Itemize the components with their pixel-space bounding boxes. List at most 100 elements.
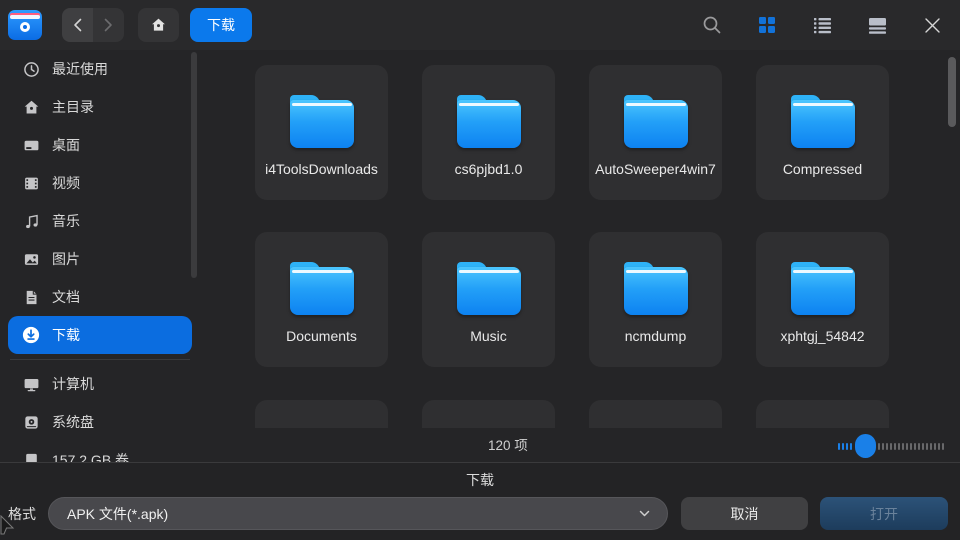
file-format-value: APK 文件(*.apk)	[67, 504, 168, 524]
folder-tile[interactable]: Compressed	[756, 65, 889, 200]
folder-grid: i4ToolsDownloads cs6pjbd1.0 AutoSweeper4…	[200, 50, 960, 428]
sidebar-item-desktop[interactable]: 桌面	[8, 126, 192, 164]
file-manager-app-icon	[8, 10, 42, 40]
folder-tile-partial[interactable]	[589, 400, 722, 428]
folder-name: xphtgj_54842	[774, 327, 870, 346]
icon-size-slider[interactable]	[838, 434, 946, 458]
sidebar-item-label: 音乐	[52, 211, 80, 231]
app-icon-stripe	[10, 15, 40, 19]
home-button[interactable]	[138, 8, 179, 42]
file-view: i4ToolsDownloads cs6pjbd1.0 AutoSweeper4…	[200, 50, 960, 462]
nav-button-group	[62, 8, 124, 42]
folder-tile[interactable]: Music	[422, 232, 555, 367]
dialog-body: 最近使用 主目录 桌面 视频 音乐 图片	[0, 50, 960, 462]
titlebar-actions	[696, 9, 948, 41]
sidebar-item-downloads[interactable]: 下载	[8, 316, 192, 354]
footer-controls: 格式 APK 文件(*.apk) 取消 打开	[0, 497, 960, 530]
sidebar-item-pictures[interactable]: 图片	[8, 240, 192, 278]
back-button[interactable]	[62, 8, 93, 42]
file-view-scrollbar-thumb[interactable]	[948, 57, 956, 127]
folder-icon	[290, 95, 354, 148]
folder-tile[interactable]: cs6pjbd1.0	[422, 65, 555, 200]
search-icon	[702, 15, 722, 35]
folder-tile[interactable]: ncmdump	[589, 232, 722, 367]
sidebar-item-recent[interactable]: 最近使用	[8, 50, 192, 88]
sidebar-item-home[interactable]: 主目录	[8, 88, 192, 126]
sidebar-item-computer[interactable]: 计算机	[8, 365, 192, 403]
detail-view-icon	[868, 17, 887, 34]
folder-name: Compressed	[777, 160, 868, 179]
grid-view-icon	[758, 16, 776, 34]
list-view-button[interactable]	[806, 9, 838, 41]
sidebar-scrollbar-thumb[interactable]	[191, 52, 197, 278]
title-bar: 下载	[0, 0, 960, 50]
music-icon	[22, 212, 40, 230]
mouse-cursor	[0, 515, 16, 540]
breadcrumb-current-folder[interactable]: 下载	[190, 8, 252, 42]
sidebar-item-label: 下载	[52, 325, 80, 345]
folder-name: cs6pjbd1.0	[449, 160, 529, 179]
open-button[interactable]: 打开	[820, 497, 948, 530]
folder-name: i4ToolsDownloads	[259, 160, 384, 179]
folder-tile-partial[interactable]	[756, 400, 889, 428]
folder-name: ncmdump	[619, 327, 692, 346]
desktop-icon	[22, 136, 40, 154]
detail-view-button[interactable]	[861, 9, 893, 41]
folder-tile[interactable]: i4ToolsDownloads	[255, 65, 388, 200]
home-icon	[22, 98, 40, 116]
folder-icon	[624, 95, 688, 148]
video-icon	[22, 174, 40, 192]
sidebar: 最近使用 主目录 桌面 视频 音乐 图片	[0, 50, 200, 462]
sidebar-separator	[10, 359, 190, 360]
dialog-footer: 下载 格式 APK 文件(*.apk) 取消 打开	[0, 462, 960, 540]
computer-icon	[22, 375, 40, 393]
sidebar-item-label: 主目录	[52, 97, 94, 117]
system-disk-icon	[22, 413, 40, 431]
sidebar-item-videos[interactable]: 视频	[8, 164, 192, 202]
folder-icon	[791, 262, 855, 315]
sidebar-item-documents[interactable]: 文档	[8, 278, 192, 316]
download-icon	[22, 326, 40, 344]
chevron-down-icon	[638, 507, 651, 523]
close-icon	[924, 17, 941, 34]
close-window-button[interactable]	[916, 9, 948, 41]
folder-name: Music	[464, 327, 513, 346]
sidebar-item-label: 系统盘	[52, 412, 94, 432]
folder-icon	[457, 95, 521, 148]
folder-tile-partial[interactable]	[255, 400, 388, 428]
document-icon	[22, 288, 40, 306]
chevron-left-icon	[73, 18, 82, 32]
folder-tile[interactable]: Documents	[255, 232, 388, 367]
volume-icon	[22, 451, 40, 462]
slider-thumb[interactable]	[855, 434, 876, 458]
home-icon	[150, 17, 167, 33]
dialog-title: 下载	[0, 470, 960, 490]
list-view-icon	[813, 17, 832, 34]
folder-tile[interactable]: xphtgj_54842	[756, 232, 889, 367]
folder-icon	[624, 262, 688, 315]
sidebar-item-label: 计算机	[52, 374, 94, 394]
sidebar-item-label: 图片	[52, 249, 80, 269]
folder-icon	[457, 262, 521, 315]
file-dialog-window: 下载 最近使用	[0, 0, 960, 540]
folder-name: AutoSweeper4win7	[589, 160, 722, 179]
clock-icon	[22, 60, 40, 78]
sidebar-item-system-disk[interactable]: 系统盘	[8, 403, 192, 441]
cancel-button[interactable]: 取消	[681, 497, 808, 530]
sidebar-item-label: 文档	[52, 287, 80, 307]
sidebar-item-label: 视频	[52, 173, 80, 193]
folder-icon	[290, 262, 354, 315]
chevron-right-icon	[104, 18, 113, 32]
file-format-select[interactable]: APK 文件(*.apk)	[48, 497, 668, 530]
grid-view-button[interactable]	[751, 9, 783, 41]
search-button[interactable]	[696, 9, 728, 41]
sidebar-item-volume[interactable]: 157.2 GB 卷	[8, 441, 192, 462]
app-icon-knob	[20, 22, 30, 32]
sidebar-item-music[interactable]: 音乐	[8, 202, 192, 240]
folder-tile-partial[interactable]	[422, 400, 555, 428]
folder-tile[interactable]: AutoSweeper4win7	[589, 65, 722, 200]
forward-button[interactable]	[93, 8, 124, 42]
image-icon	[22, 250, 40, 268]
sidebar-item-label: 桌面	[52, 135, 80, 155]
status-bar: 120 项	[200, 428, 960, 462]
